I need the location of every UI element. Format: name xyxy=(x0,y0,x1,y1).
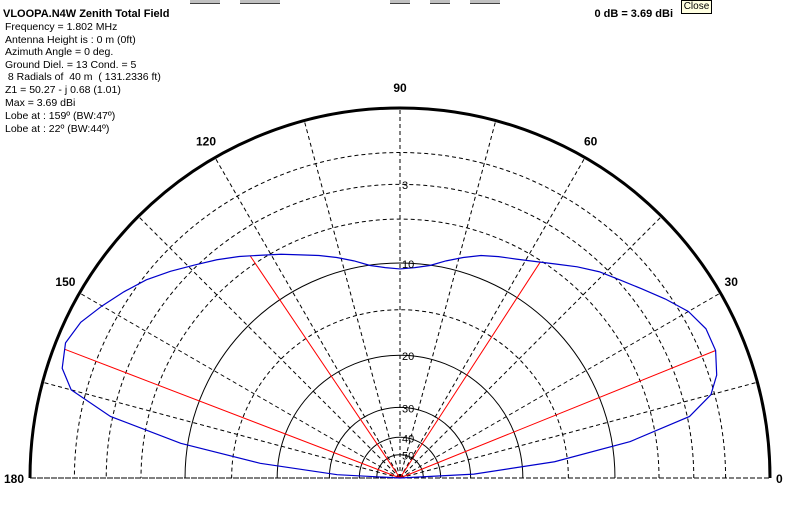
grid-spoke xyxy=(399,292,721,479)
info-line: Lobe at : 22º (BW:44º) xyxy=(5,123,109,135)
grid-spoke xyxy=(79,292,401,479)
pattern-layer xyxy=(61,253,718,479)
grid-spoke xyxy=(399,120,497,479)
close-button[interactable]: Close xyxy=(681,0,712,14)
info-line: Antenna Height is : 0 m (0ft) xyxy=(5,34,136,46)
reference-level: 0 dB = 3.69 dBi xyxy=(594,8,673,20)
angle-label: 0 xyxy=(776,472,783,486)
angle-label: 90 xyxy=(393,81,407,95)
angle-label: 120 xyxy=(196,134,216,148)
grid-spoke xyxy=(138,216,401,479)
angle-label: 150 xyxy=(55,275,75,289)
info-line: Lobe at : 159º (BW:47º) xyxy=(5,110,115,122)
lobe-marker xyxy=(399,350,716,479)
info-line: Frequency = 1.802 MHz xyxy=(5,21,117,33)
grid-ring xyxy=(358,436,442,479)
angle-label: 30 xyxy=(725,275,739,289)
grid-ring xyxy=(276,354,524,479)
grid-spoke xyxy=(42,381,401,479)
ring-label: 40 xyxy=(402,433,414,445)
grid-spoke xyxy=(214,157,401,479)
ring-label: 20 xyxy=(402,351,414,363)
lobe-marker xyxy=(249,255,401,479)
polar-grid xyxy=(28,106,772,479)
ring-label: 50 xyxy=(402,451,414,463)
info-line: Max = 3.69 dBi xyxy=(5,97,75,109)
info-line: Ground Diel. = 13 Cond. = 5 xyxy=(5,59,136,71)
info-line: Z1 = 50.27 - j 0.68 (1.01) xyxy=(5,84,121,96)
ring-label: 30 xyxy=(402,403,414,415)
angle-label: 180 xyxy=(4,472,24,486)
ring-label: 10 xyxy=(402,259,414,271)
info-panel: Frequency = 1.802 MHz Antenna Height is … xyxy=(5,21,161,135)
label-layer: 3 10 20 30 40 50 0 30 60 90 120 150 180 xyxy=(4,81,783,486)
ring-label: 3 xyxy=(402,180,408,192)
info-line: 8 Radials of 40 m ( 131.2336 ft) xyxy=(5,71,161,83)
grid-spoke xyxy=(399,216,662,479)
plot-title: VLOOPA.N4W Zenith Total Field xyxy=(3,8,169,20)
grid-spoke xyxy=(399,381,758,479)
pattern-curve xyxy=(61,253,718,479)
lobe-marker xyxy=(64,348,401,479)
grid-spoke xyxy=(303,120,401,479)
info-line: Azimuth Angle = 0 deg. xyxy=(5,46,113,58)
grid-spoke xyxy=(399,157,586,479)
angle-label: 60 xyxy=(584,134,598,148)
zenith-plot: 3 10 20 30 40 50 0 30 60 90 120 150 180 VLOOPA.N4W Z… xyxy=(3,8,783,486)
lobe-marker xyxy=(399,261,541,479)
